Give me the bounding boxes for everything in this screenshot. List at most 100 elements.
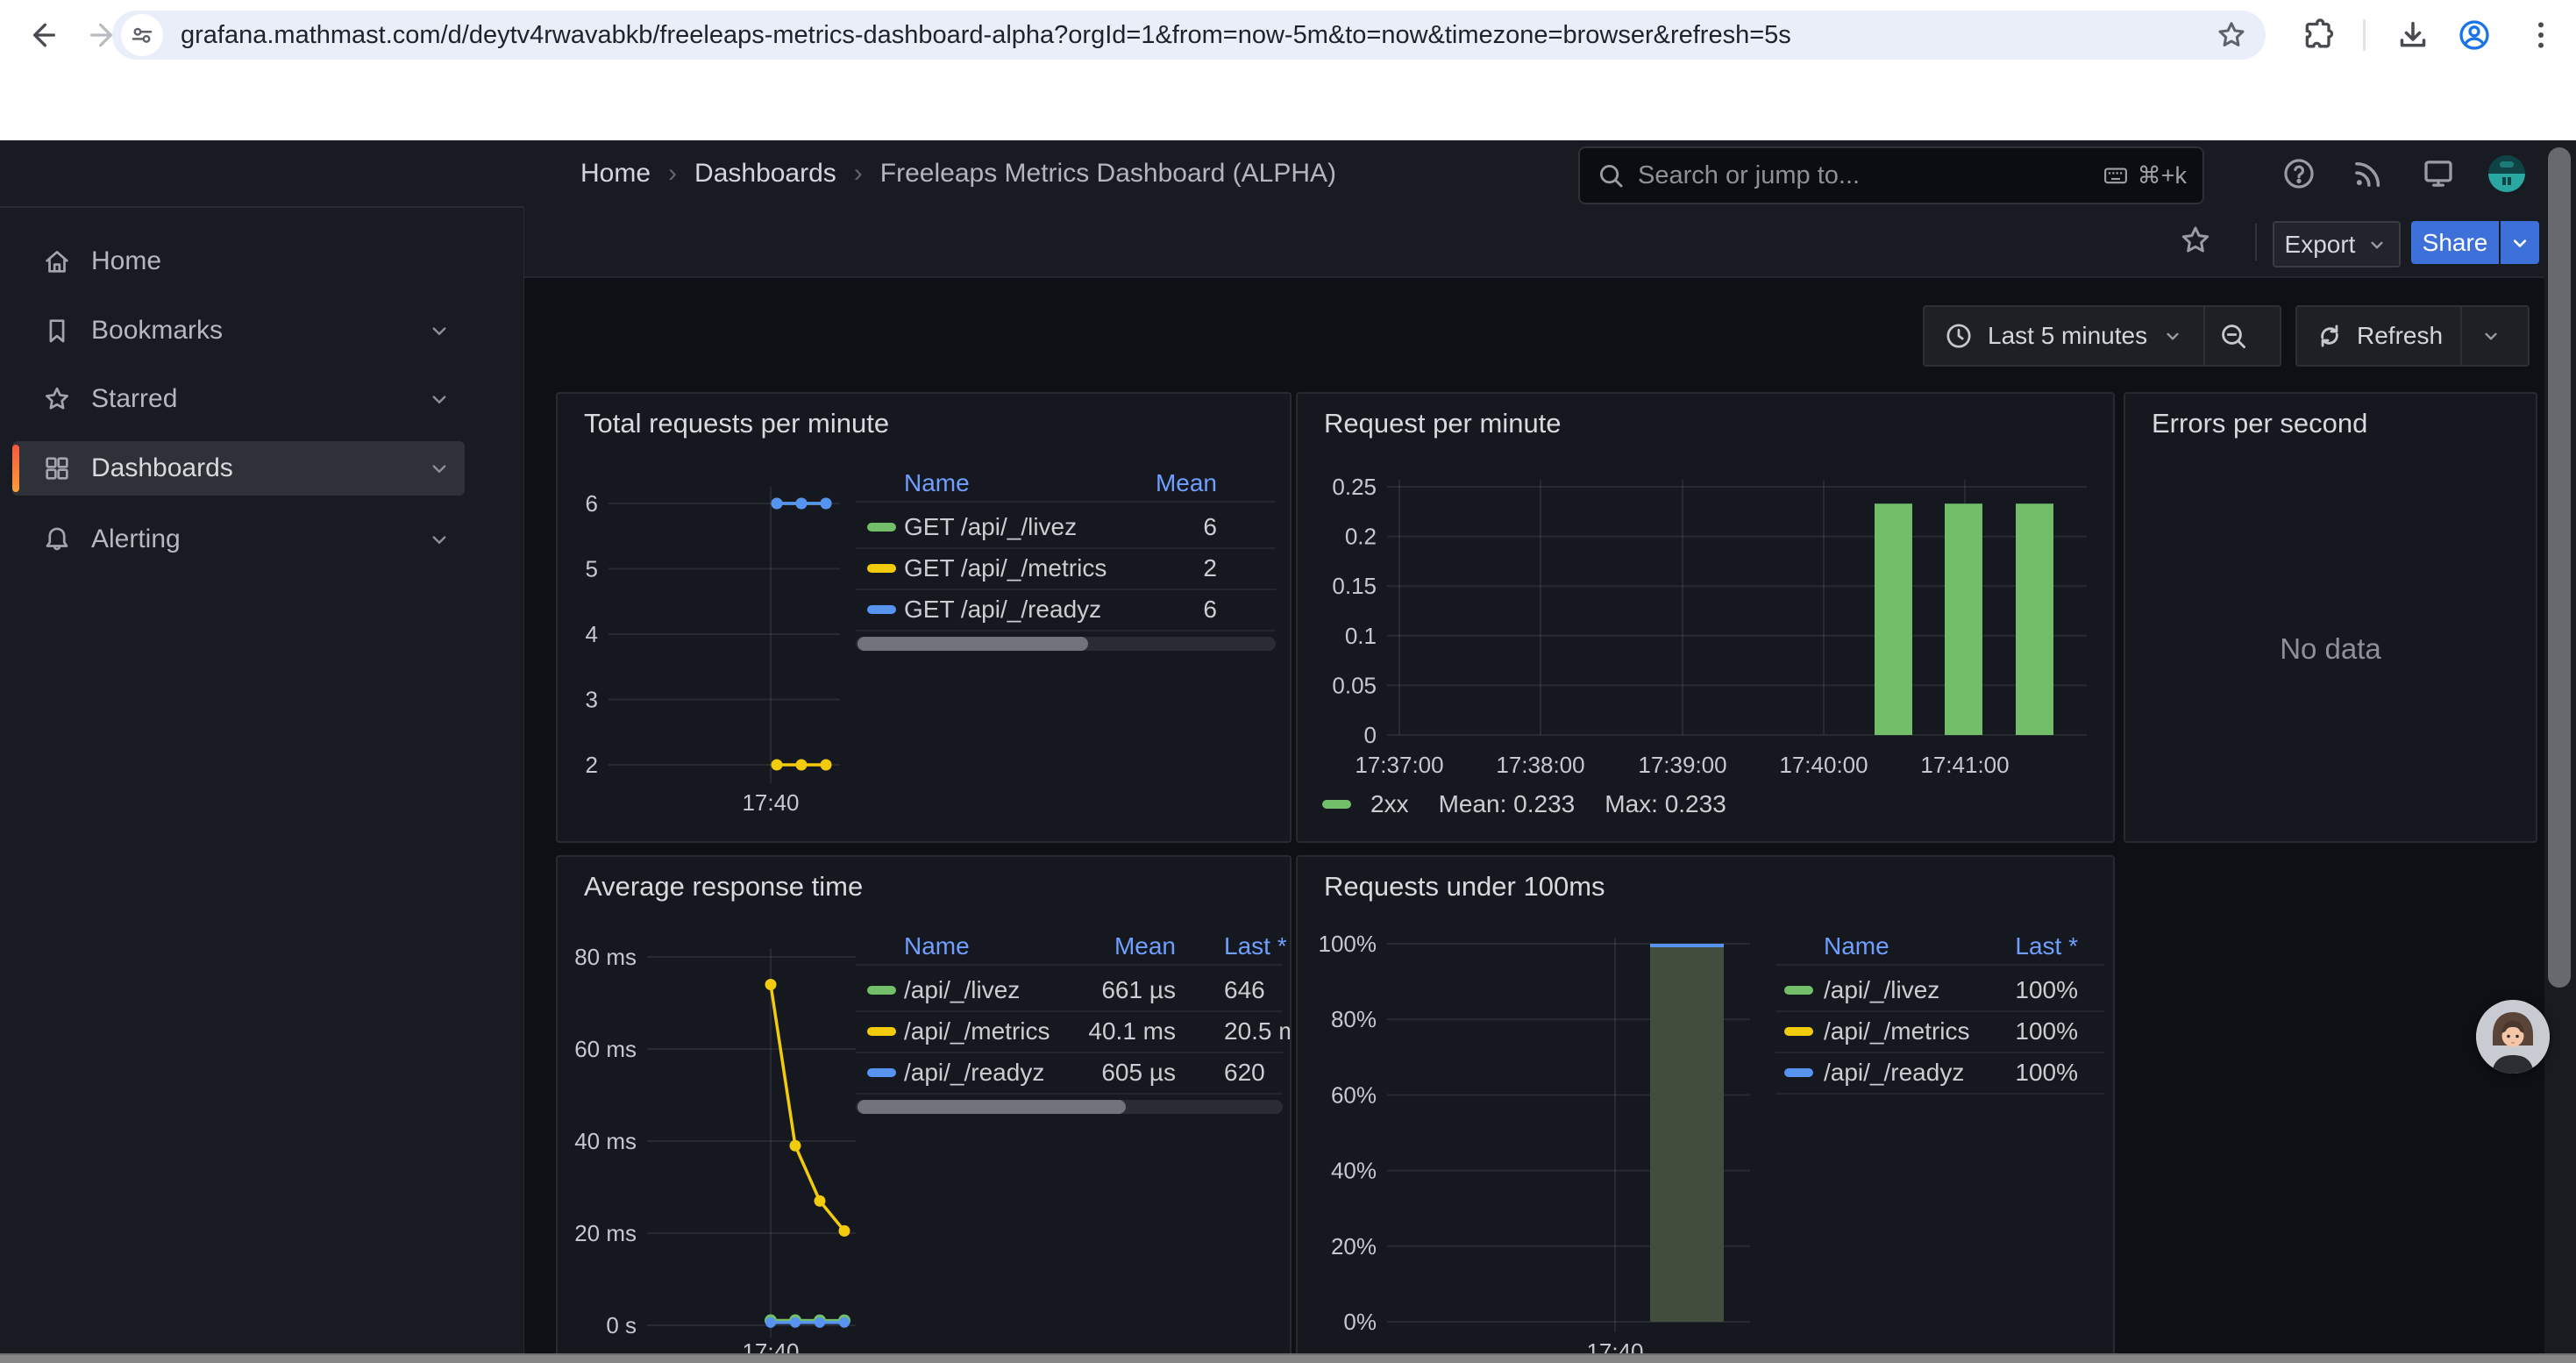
legend-row-mean: 605 µs [1101, 1059, 1176, 1087]
panel-title: Errors per second [2152, 408, 2367, 439]
sidebar-item-starred[interactable]: Starred [12, 372, 465, 426]
url-text[interactable]: grafana.mathmast.com/d/deytv4rwavabkb/fr… [181, 11, 1791, 60]
search-shortcut: ⌘+k [2101, 162, 2187, 189]
chevron-down-icon [2161, 325, 2184, 347]
clock-icon [1944, 321, 1974, 351]
apps-icon [42, 453, 72, 483]
downloads-icon[interactable] [2395, 18, 2430, 53]
chevron-down-icon [2480, 325, 2502, 347]
refresh-button[interactable]: Refresh [2297, 307, 2460, 365]
no-data-message: No data [2125, 632, 2536, 666]
legend-scrollbar-thumb[interactable] [857, 637, 1088, 651]
address-bar[interactable]: grafana.mathmast.com/d/deytv4rwavabkb/fr… [112, 11, 2266, 60]
panel-total-requests[interactable]: Total requests per minute 6543217:40 Nam… [556, 392, 1292, 843]
series-color-pill[interactable] [867, 1068, 896, 1077]
series-color-pill[interactable] [1784, 1027, 1813, 1036]
back-icon[interactable] [25, 18, 60, 53]
favorite-star-icon[interactable] [2178, 223, 2213, 258]
legend-bottom[interactable]: 2xx Mean: 0.233 Max: 0.233 [1322, 790, 1726, 818]
chevron-down-icon [426, 455, 452, 482]
legend-row-name[interactable]: /api/_/readyz [904, 1059, 1044, 1087]
browser-toolbar: grafana.mathmast.com/d/deytv4rwavabkb/fr… [0, 0, 2576, 70]
share-button[interactable]: Share [2411, 221, 2499, 264]
panel-avg-response-time[interactable]: Average response time 80 ms60 ms40 ms20 … [556, 855, 1292, 1363]
legend-header-mean[interactable]: Mean [1156, 469, 1217, 497]
series-color-pill[interactable] [867, 986, 896, 995]
bell-icon [42, 525, 72, 554]
svg-text:0.05: 0.05 [1332, 672, 1377, 698]
share-menu-button[interactable] [2501, 221, 2539, 264]
legend-header-name[interactable]: Name [904, 932, 970, 960]
legend-row-name[interactable]: GET /api/_/readyz [904, 596, 1101, 624]
svg-text:0: 0 [1364, 722, 1377, 748]
page-scrollbar-thumb[interactable] [2548, 147, 2571, 988]
legend-row-mean: 661 µs [1101, 976, 1176, 1004]
table-divider [1775, 1093, 2104, 1095]
breadcrumb-item[interactable]: Freeleaps Metrics Dashboard (ALPHA) [880, 159, 1336, 189]
legend-row-name[interactable]: /api/_/livez [1824, 976, 1939, 1004]
chart-request-per-minute[interactable]: 0.250.20.150.10.05017:37:0017:38:0017:39… [1298, 394, 2113, 841]
news-rss-icon[interactable] [2350, 155, 2387, 192]
legend-row-name[interactable]: GET /api/_/livez [904, 513, 1077, 541]
legend-header-last[interactable]: Last * [2015, 932, 2078, 960]
refresh-interval-button[interactable] [2462, 307, 2520, 365]
toolbar-divider [2255, 224, 2257, 260]
sidebar-item-dashboards[interactable]: Dashboards [12, 441, 465, 496]
legend-row-name[interactable]: /api/_/metrics [904, 1017, 1050, 1045]
sidebar-item-bookmarks[interactable]: Bookmarks [12, 303, 465, 358]
series-color-pill[interactable] [867, 605, 896, 614]
help-icon[interactable] [2281, 155, 2317, 192]
browser-menu-icon[interactable] [2523, 18, 2558, 53]
table-divider [1775, 1010, 2104, 1012]
zoom-out-button[interactable] [2205, 307, 2261, 365]
legend-row-name[interactable]: GET /api/_/metrics [904, 554, 1107, 582]
sidebar-item-label: Home [91, 246, 465, 276]
kiosk-monitor-icon[interactable] [2420, 155, 2457, 192]
window-bottom-scrollbar[interactable] [0, 1353, 2576, 1363]
breadcrumb-item[interactable]: Home [580, 159, 651, 189]
panel-errors-per-second[interactable]: Errors per second No data [2124, 392, 2537, 843]
panel-request-per-minute[interactable]: Request per minute 0.250.20.150.10.05017… [1296, 392, 2115, 843]
svg-text:0.25: 0.25 [1332, 474, 1377, 500]
site-info-chip[interactable] [121, 14, 163, 56]
legend-scrollbar-thumb[interactable] [857, 1100, 1126, 1114]
breadcrumb-separator: › [854, 159, 863, 189]
bookmark-icon [42, 316, 72, 346]
user-avatar[interactable] [2487, 154, 2526, 193]
panel-requests-under-100ms[interactable]: Requests under 100ms 100%80%60%40%20%0%1… [1296, 855, 2115, 1363]
bookmark-star-icon[interactable] [2215, 18, 2248, 52]
legend-row-mean: 6 [1203, 596, 1217, 624]
legend-header-name[interactable]: Name [904, 469, 970, 497]
refresh-label: Refresh [2357, 322, 2443, 350]
sidebar-item-label: Alerting [91, 525, 426, 554]
legend-row-name[interactable]: /api/_/metrics [1824, 1017, 1970, 1045]
profile-icon[interactable] [2457, 18, 2492, 53]
table-divider [856, 1093, 1283, 1095]
legend-header-last[interactable]: Last * [1224, 932, 1287, 960]
legend-header-mean[interactable]: Mean [1114, 932, 1176, 960]
sidebar-item-home[interactable]: Home [12, 234, 465, 289]
series-color-pill[interactable] [1784, 1068, 1813, 1077]
legend-row-name[interactable]: /api/_/livez [904, 976, 1020, 1004]
series-color-pill[interactable] [867, 523, 896, 532]
series-color-pill[interactable] [1784, 986, 1813, 995]
table-divider [856, 964, 1283, 966]
chevron-down-icon [426, 318, 452, 344]
legend-row-name[interactable]: /api/_/readyz [1824, 1059, 1964, 1087]
sidebar-item-alerting[interactable]: Alerting [12, 512, 465, 567]
series-color-pill[interactable] [867, 1027, 896, 1036]
floating-assistant-avatar[interactable] [2476, 1000, 2550, 1074]
site-info-icon[interactable] [129, 22, 155, 48]
series-color-pill[interactable] [867, 564, 896, 573]
export-button[interactable]: Export [2273, 221, 2401, 268]
breadcrumb-item[interactable]: Dashboards [694, 159, 836, 189]
search-input[interactable]: Search or jump to... ⌘+k [1578, 146, 2204, 204]
active-indicator [12, 445, 19, 492]
series-color-pill [1322, 800, 1351, 809]
bookmarks-bar: Freeleaps收藏博客 [0, 70, 2576, 140]
sidebar-item-label: Bookmarks [91, 316, 426, 346]
extensions-icon[interactable] [2299, 18, 2334, 53]
time-range-picker[interactable]: Last 5 minutes [1925, 307, 2203, 365]
search-icon [1596, 161, 1626, 190]
legend-header-name[interactable]: Name [1824, 932, 1889, 960]
